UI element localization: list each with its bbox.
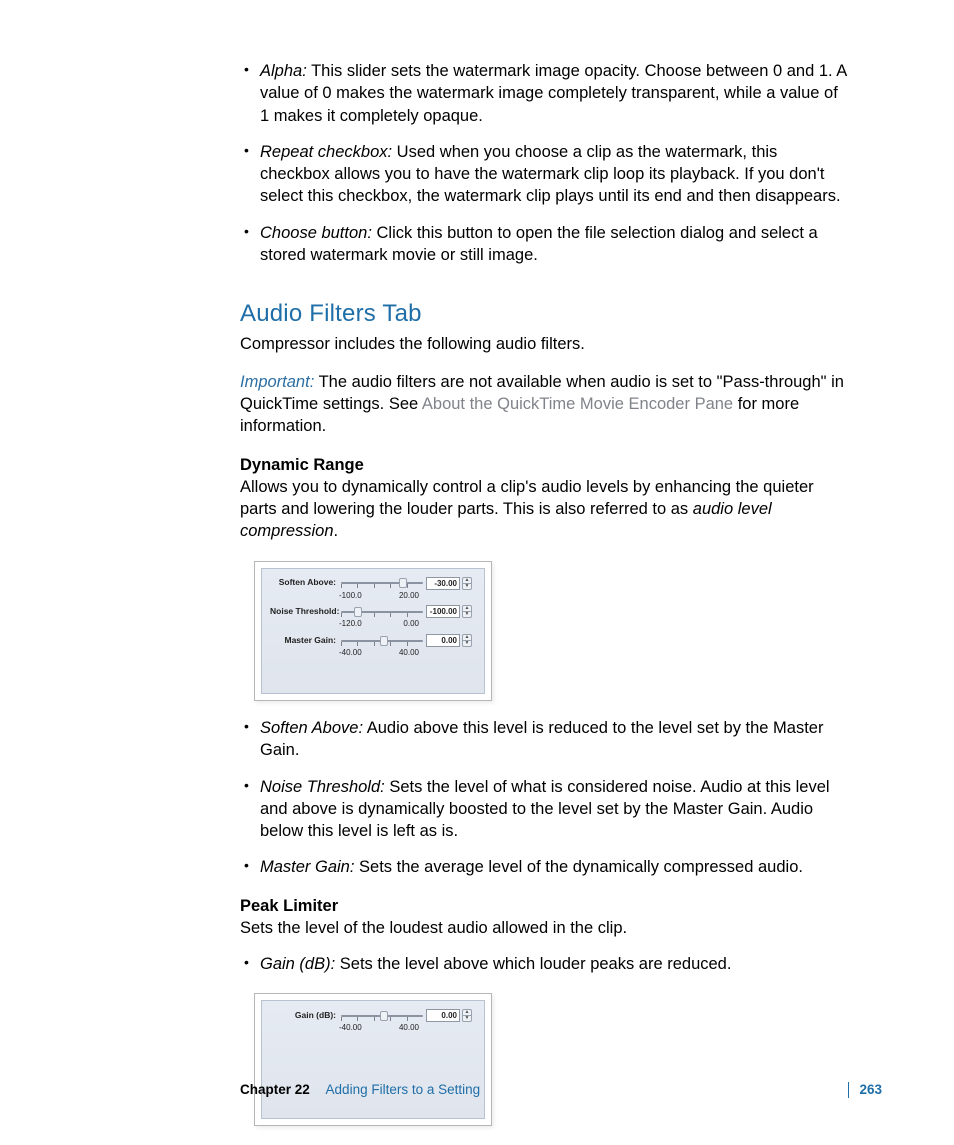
- slider-row: Master Gain: 0.00▲▼: [270, 634, 476, 647]
- stepper: ▲▼: [462, 577, 472, 590]
- list-item: Alpha: This slider sets the watermark im…: [240, 60, 848, 127]
- peak-limiter-bullet-list: Gain (dB): Sets the level above which lo…: [240, 953, 848, 975]
- important-note: Important: The audio filters are not ava…: [240, 371, 848, 438]
- slider-thumb[interactable]: [380, 1011, 388, 1021]
- list-item: Noise Threshold: Sets the level of what …: [240, 776, 848, 843]
- slider-label: Master Gain:: [270, 635, 338, 646]
- slider-thumb[interactable]: [399, 578, 407, 588]
- slider-track[interactable]: [341, 1010, 423, 1022]
- term: Alpha:: [260, 62, 307, 80]
- range-labels: -100.020.00: [270, 591, 476, 602]
- stepper: ▲▼: [462, 605, 472, 618]
- value-input[interactable]: 0.00: [426, 634, 460, 647]
- stepper-down-icon[interactable]: ▼: [462, 611, 472, 618]
- list-item: Gain (dB): Sets the level above which lo…: [240, 953, 848, 975]
- page-number: 263: [859, 1081, 882, 1099]
- slider-track[interactable]: [341, 635, 423, 647]
- chapter-title: Adding Filters to a Setting: [326, 1082, 481, 1097]
- page-footer: Chapter 22 Adding Filters to a Setting 2…: [240, 1081, 882, 1099]
- chapter-label: Chapter 22: [240, 1082, 310, 1097]
- slider-thumb[interactable]: [354, 607, 362, 617]
- stepper-down-icon[interactable]: ▼: [462, 640, 472, 647]
- encoder-pane-link[interactable]: About the QuickTime Movie Encoder Pane: [422, 395, 733, 413]
- range-labels: -40.0040.00: [270, 1023, 476, 1034]
- stepper: ▲▼: [462, 634, 472, 647]
- value-input[interactable]: 0.00: [426, 1009, 460, 1022]
- definition: Sets the level above which louder peaks …: [335, 955, 731, 973]
- top-bullet-list: Alpha: This slider sets the watermark im…: [240, 60, 848, 266]
- term: Soften Above:: [260, 719, 363, 737]
- stepper: ▲▼: [462, 1009, 472, 1022]
- slider-track[interactable]: [341, 606, 423, 618]
- peak-limiter-panel: Gain (dB): 0.00▲▼-40.0040.00: [254, 993, 492, 1126]
- dynamic-range-body: Allows you to dynamically control a clip…: [240, 476, 848, 543]
- value-input[interactable]: -100.00: [426, 605, 460, 618]
- list-item: Master Gain: Sets the average level of t…: [240, 856, 848, 878]
- lead-paragraph: Compressor includes the following audio …: [240, 333, 848, 355]
- slider-row: Gain (dB): 0.00▲▼: [270, 1009, 476, 1022]
- term: Gain (dB):: [260, 955, 335, 973]
- slider-label: Noise Threshold:: [270, 606, 338, 617]
- slider-thumb[interactable]: [380, 636, 388, 646]
- slider-row: Noise Threshold: -100.00▲▼: [270, 605, 476, 618]
- stepper-down-icon[interactable]: ▼: [462, 583, 472, 590]
- slider-label: Soften Above:: [270, 577, 338, 588]
- dynamic-range-heading: Dynamic Range: [240, 454, 848, 476]
- value-input[interactable]: -30.00: [426, 577, 460, 590]
- important-label: Important:: [240, 373, 314, 391]
- stepper-up-icon[interactable]: ▲: [462, 577, 472, 583]
- definition: This slider sets the watermark image opa…: [260, 62, 846, 125]
- stepper-down-icon[interactable]: ▼: [462, 1015, 472, 1022]
- term: Master Gain:: [260, 858, 354, 876]
- dynamic-range-bullet-list: Soften Above: Audio above this level is …: [240, 717, 848, 879]
- peak-limiter-body: Sets the level of the loudest audio allo…: [240, 917, 848, 939]
- dynamic-range-panel: Soften Above:-30.00▲▼-100.020.00Noise Th…: [254, 561, 492, 701]
- term: Noise Threshold:: [260, 778, 385, 796]
- slider-row: Soften Above: -30.00▲▼: [270, 577, 476, 590]
- peak-limiter-heading: Peak Limiter: [240, 895, 848, 917]
- list-item: Choose button: Click this button to open…: [240, 222, 848, 267]
- list-item: Repeat checkbox: Used when you choose a …: [240, 141, 848, 208]
- definition: Sets the average level of the dynamicall…: [354, 858, 803, 876]
- slider-label: Gain (dB):: [270, 1010, 338, 1021]
- term: Repeat checkbox:: [260, 143, 392, 161]
- term: Choose button:: [260, 224, 372, 242]
- list-item: Soften Above: Audio above this level is …: [240, 717, 848, 762]
- section-heading: Audio Filters Tab: [240, 298, 848, 330]
- range-labels: -120.00.00: [270, 619, 476, 630]
- slider-track[interactable]: [341, 577, 423, 589]
- range-labels: -40.0040.00: [270, 648, 476, 659]
